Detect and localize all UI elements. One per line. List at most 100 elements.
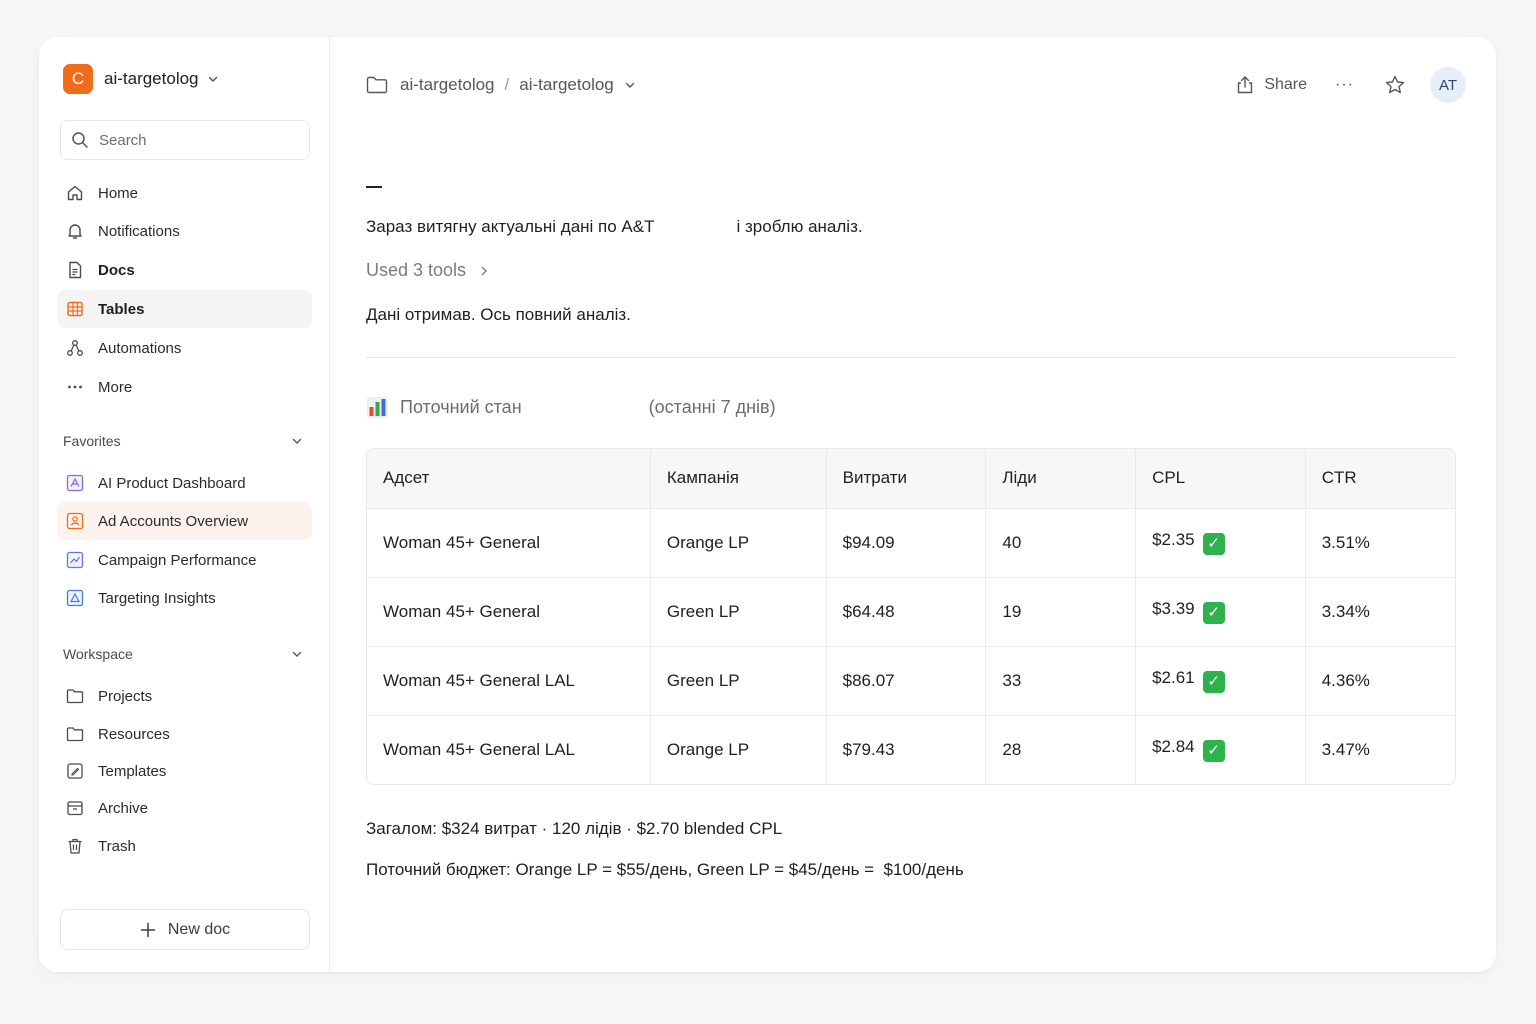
workspace-item-resources[interactable]: Resources bbox=[57, 715, 312, 753]
table-row: Woman 45+ General Orange LP $94.09 40 $2… bbox=[367, 508, 1455, 578]
used-tools-toggle[interactable]: Used 3 tools bbox=[366, 260, 490, 281]
cell-cpl: $2.61 ✓ bbox=[1135, 646, 1306, 716]
cell-spend: $86.07 bbox=[826, 646, 987, 716]
star-icon[interactable] bbox=[1384, 74, 1406, 96]
message-line-1-a: Зараз витягну актуальні дані по A&T bbox=[366, 217, 655, 236]
favorite-label: Ad Accounts Overview bbox=[98, 512, 249, 530]
favorite-item[interactable]: Targeting Insights bbox=[57, 579, 312, 617]
favorite-item[interactable]: Ad Accounts Overview bbox=[57, 502, 312, 540]
dashboard-doc-icon bbox=[66, 551, 84, 569]
nav-item-label: Tables bbox=[98, 300, 145, 318]
cell-cpl: $2.35 ✓ bbox=[1135, 508, 1306, 578]
table-row: Woman 45+ General LAL Orange LP $79.43 2… bbox=[367, 715, 1455, 784]
cell-leads: 28 bbox=[985, 715, 1137, 784]
check-icon: ✓ bbox=[1202, 533, 1225, 555]
workspace-item-label: Trash bbox=[98, 837, 136, 855]
breadcrumb-root[interactable]: ai-targetolog bbox=[400, 75, 495, 95]
workspace-header[interactable]: Workspace bbox=[63, 646, 303, 662]
search-placeholder: Search bbox=[99, 131, 147, 149]
workspace-item-label: Archive bbox=[98, 799, 149, 817]
column-header[interactable]: Витрати bbox=[826, 449, 987, 509]
cell-adset: Woman 45+ General bbox=[367, 577, 651, 647]
check-icon: ✓ bbox=[1202, 602, 1225, 624]
home-icon bbox=[66, 184, 84, 202]
trash-icon bbox=[66, 837, 84, 855]
cell-spend: $64.48 bbox=[826, 577, 987, 647]
cell-campaign: Green LP bbox=[650, 577, 827, 647]
cpl-value: $2.84 bbox=[1152, 737, 1195, 757]
cell-adset: Woman 45+ General LAL bbox=[367, 646, 651, 716]
main-panel: ai-targetolog / ai-targetolog Share ··· … bbox=[331, 37, 1496, 972]
section-period: (останні 7 днів) bbox=[648, 397, 776, 417]
chevron-down-icon[interactable] bbox=[624, 79, 636, 91]
cell-adset: Woman 45+ General LAL bbox=[367, 715, 651, 784]
template-icon bbox=[66, 762, 84, 780]
archive-icon bbox=[66, 799, 84, 817]
cell-leads: 40 bbox=[985, 508, 1137, 578]
cell-campaign: Orange LP bbox=[650, 715, 827, 784]
workspace-switcher[interactable]: C ai-targetolog bbox=[63, 64, 219, 94]
favorite-item[interactable]: Campaign Performance bbox=[57, 541, 312, 579]
favorites-header[interactable]: Favorites bbox=[63, 433, 303, 449]
used-tools-label: Used 3 tools bbox=[366, 260, 467, 280]
cell-adset: Woman 45+ General bbox=[367, 508, 651, 578]
avatar[interactable]: AT bbox=[1430, 67, 1466, 103]
favorites-title: Favorites bbox=[63, 433, 121, 449]
table-header-row: Адсет Кампанія Витрати Ліди CPL CTR bbox=[367, 449, 1455, 509]
dashboard-doc-icon bbox=[66, 512, 84, 530]
search-input[interactable]: Search bbox=[60, 120, 310, 160]
cell-leads: 33 bbox=[985, 646, 1137, 716]
section-title: Поточний стан bbox=[400, 397, 522, 417]
share-icon bbox=[1238, 76, 1253, 94]
nav-item-more[interactable]: More bbox=[57, 368, 312, 406]
table-row: Woman 45+ General LAL Green LP $86.07 33… bbox=[367, 646, 1455, 716]
workspace-item-label: Projects bbox=[98, 687, 153, 705]
more-options-button[interactable]: ··· bbox=[1335, 76, 1354, 94]
share-label: Share bbox=[1264, 76, 1308, 93]
table-icon bbox=[66, 300, 84, 318]
column-header[interactable]: Кампанія bbox=[650, 449, 827, 509]
cell-leads: 19 bbox=[985, 577, 1137, 647]
adsets-table: Адсет Кампанія Витрати Ліди CPL CTR Woma… bbox=[366, 448, 1456, 785]
new-doc-label: New doc bbox=[167, 920, 231, 938]
new-doc-button[interactable]: New doc bbox=[60, 909, 310, 950]
workspace-title: Workspace bbox=[63, 646, 133, 662]
cpl-value: $3.39 bbox=[1152, 599, 1195, 618]
breadcrumb-separator: / bbox=[504, 75, 510, 94]
column-header[interactable]: Адсет bbox=[367, 449, 651, 509]
column-header[interactable]: Ліди bbox=[985, 449, 1137, 509]
workspace-name: ai-targetolog bbox=[104, 69, 199, 88]
column-header[interactable]: CTR bbox=[1305, 449, 1455, 509]
nav-item-tables[interactable]: Tables bbox=[57, 290, 312, 328]
nav-item-automations[interactable]: Automations bbox=[57, 329, 312, 367]
workspace-item-archive[interactable]: Archive bbox=[57, 789, 312, 827]
chevron-right-icon bbox=[481, 266, 488, 275]
chevron-down-icon bbox=[292, 651, 302, 657]
table-row: Woman 45+ General Green LP $64.48 19 $3.… bbox=[367, 577, 1455, 647]
cell-campaign: Green LP bbox=[650, 646, 827, 716]
nav-item-notifications[interactable]: Notifications bbox=[57, 212, 312, 250]
workspace-item-label: Resources bbox=[98, 725, 170, 743]
bar-chart-icon bbox=[367, 397, 388, 418]
share-button[interactable]: Share bbox=[1235, 75, 1307, 95]
more-icon bbox=[66, 378, 84, 396]
cell-campaign: Orange LP bbox=[650, 508, 827, 578]
workspace-item-trash[interactable]: Trash bbox=[57, 827, 312, 865]
favorite-label: Campaign Performance bbox=[98, 551, 257, 569]
column-header[interactable]: CPL bbox=[1135, 449, 1306, 509]
nav-item-docs[interactable]: Docs bbox=[57, 251, 312, 289]
nav-item-home[interactable]: Home bbox=[57, 174, 312, 212]
cell-spend: $94.09 bbox=[826, 508, 987, 578]
check-icon: ✓ bbox=[1202, 671, 1225, 693]
workspace-item-projects[interactable]: Projects bbox=[57, 677, 312, 715]
nav-item-label: Home bbox=[98, 184, 139, 202]
dashboard-doc-icon bbox=[66, 589, 84, 607]
sidebar: C ai-targetolog Search Home Notification… bbox=[39, 37, 330, 972]
favorite-item[interactable]: AI Product Dashboard bbox=[57, 464, 312, 502]
check-icon: ✓ bbox=[1202, 740, 1225, 763]
breadcrumb-current[interactable]: ai-targetolog bbox=[519, 75, 614, 95]
dash-divider bbox=[366, 186, 382, 188]
favorite-label: AI Product Dashboard bbox=[98, 474, 246, 492]
workspace-item-templates[interactable]: Templates bbox=[57, 752, 312, 790]
favorite-label: Targeting Insights bbox=[98, 589, 216, 607]
